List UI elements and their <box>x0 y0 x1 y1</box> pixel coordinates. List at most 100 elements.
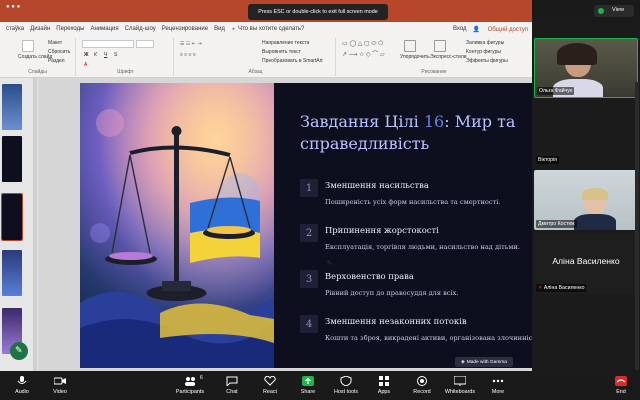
record-icon <box>417 376 427 386</box>
new-slide-icon[interactable] <box>22 40 34 52</box>
participant-hair <box>557 43 597 65</box>
thumbnails-scrollbar[interactable] <box>33 78 37 371</box>
font-color-button[interactable]: A <box>84 62 87 68</box>
layout-button[interactable]: Макет <box>48 40 62 46</box>
target-number: 4 <box>300 315 318 333</box>
participant-name: ✕ Аліна Василенко <box>536 284 587 292</box>
quick-styles-icon[interactable] <box>434 40 446 52</box>
ribbon: Создать слайд Макет Сбросить Раздел Слай… <box>0 36 532 78</box>
participant-shirt <box>574 214 616 230</box>
tab-design[interactable]: Дизайн <box>30 26 50 32</box>
more-button[interactable]: More <box>478 374 518 398</box>
shape-outline-button[interactable]: Контур фигуры <box>466 49 501 55</box>
panel-scrollbar[interactable] <box>635 82 639 370</box>
tab-transitions[interactable]: Переходы <box>56 26 84 32</box>
participants-button[interactable]: 6 Participants <box>170 374 210 398</box>
align-text-button[interactable]: Выровнять текст <box>262 49 301 55</box>
italic-button[interactable]: К <box>94 52 97 58</box>
host-tools-button[interactable]: Host tools <box>326 374 366 398</box>
ribbon-tabs: стаўка Дизайн Переходы Анимация Слайд-шо… <box>0 22 532 36</box>
target-description: Експлуатація, торгівля людьми, насильств… <box>325 243 520 251</box>
chat-button[interactable]: Chat <box>212 374 252 398</box>
react-button[interactable]: React <box>250 374 290 398</box>
slide: Завдання Цілі 16: Мир та справедливість … <box>80 83 532 368</box>
strikethrough-button[interactable]: S <box>114 52 117 58</box>
shape-effects-button[interactable]: Эффекты фигуры <box>466 58 508 64</box>
smartart-button[interactable]: Преобразовать в SmartArt <box>262 58 323 64</box>
react-label: React <box>262 389 278 395</box>
group-font: Ж К Ч S A Шрифт <box>78 38 174 76</box>
tab-animation[interactable]: Анимация <box>90 26 118 32</box>
group-font-label: Шрифт <box>117 69 134 75</box>
shield-icon <box>340 376 352 386</box>
participant-hair <box>582 188 608 200</box>
participant-name-label: Аліна Василенко <box>543 285 585 291</box>
font-family-select[interactable] <box>82 40 134 48</box>
font-size-select[interactable] <box>136 40 154 48</box>
view-button[interactable]: View <box>594 5 634 17</box>
made-with-gamma-badge[interactable]: ◈ Made with Gamma <box>455 357 513 367</box>
whiteboards-button[interactable]: Whiteboards <box>440 374 480 398</box>
video-tile[interactable]: Дмитро Костюк <box>534 170 638 230</box>
section-button[interactable]: Раздел <box>48 58 65 64</box>
share-arrow-icon <box>302 376 314 386</box>
heart-icon <box>264 376 276 386</box>
shape-fill-button[interactable]: Заливка фигуры <box>466 40 504 46</box>
sign-in-link[interactable]: Вход <box>453 26 467 32</box>
slide-thumbnail-selected[interactable] <box>1 193 23 241</box>
window-dots: ● ● ● <box>6 4 21 10</box>
group-paragraph-label: Абзац <box>248 69 263 75</box>
list-buttons-icon[interactable]: ☰ ☷ ⇤ ⇥ <box>180 41 202 47</box>
shapes-gallery[interactable]: ▭ ◯ △ ▢ ⬭ ⬠ <box>342 40 383 48</box>
reset-button[interactable]: Сбросить <box>48 49 70 55</box>
video-camera-icon <box>54 377 66 385</box>
quick-styles-button[interactable]: Экспресс-стили <box>430 54 467 60</box>
target-number: 3 <box>300 270 318 288</box>
align-buttons-icon[interactable]: ≡ ≡ ≡ ≡ <box>180 52 196 58</box>
participants-panel: Ольга Файчук Вікторія Дмитро Костюк Алін… <box>532 22 640 371</box>
tab-slideshow[interactable]: Слайд-шоу <box>125 26 156 32</box>
video-tile[interactable]: Ольга Файчук <box>534 38 638 98</box>
video-label: Video <box>53 389 67 395</box>
tab-view[interactable]: Вид <box>214 26 225 32</box>
shapes-gallery-row2[interactable]: ↗ ⟶ ☆ ◇ ⌒ ▱ <box>342 49 385 58</box>
bold-button[interactable]: Ж <box>84 52 89 58</box>
target-title: Верховенство права <box>325 271 414 281</box>
microphone-icon <box>17 376 27 384</box>
text-direction-button[interactable]: Направление текста <box>262 40 309 46</box>
target-number: 2 <box>300 224 318 242</box>
share-link[interactable]: 👤 Общий доступ <box>473 26 528 33</box>
draw-pen-button[interactable]: ✎ <box>10 342 28 360</box>
slide-thumbnail[interactable] <box>2 84 22 130</box>
underline-button[interactable]: Ч <box>104 52 107 58</box>
muted-mic-icon: ✕ <box>538 285 543 291</box>
scales-of-justice-image <box>80 83 274 368</box>
slide-thumbnail[interactable] <box>2 136 22 182</box>
end-icon <box>615 376 627 386</box>
video-tile-off[interactable]: Вікторія <box>534 106 638 166</box>
arrange-icon[interactable] <box>404 40 416 52</box>
whiteboards-label: Whiteboards <box>444 389 476 395</box>
share-button[interactable]: Share <box>288 374 328 398</box>
share-link-label: Общий доступ <box>487 26 528 33</box>
mouse-cursor: ⬉ <box>326 258 333 267</box>
participant-name: Вікторія <box>536 156 559 164</box>
chat-label: Chat <box>226 389 238 395</box>
tell-me-search[interactable]: Что вы хотите сделать? <box>238 26 304 32</box>
slide-thumbnail[interactable] <box>2 250 22 296</box>
share-label: Share <box>300 389 316 395</box>
tab-insert[interactable]: стаўка <box>6 26 24 32</box>
tell-me-lightbulb-icon: ✦ <box>230 26 236 33</box>
slide-title: Завдання Цілі 16: Мир та справедливість <box>300 111 530 155</box>
slide-thumbnails: ✎ <box>0 78 38 371</box>
audio-button[interactable]: Audio <box>2 374 42 398</box>
target-title: Зменшення незаконних потоків <box>325 316 467 326</box>
video-button[interactable]: Video <box>40 374 80 398</box>
end-button[interactable]: End <box>608 374 634 398</box>
tab-review[interactable]: Рецензирование <box>162 26 208 32</box>
target-title: Припинення жорстокості <box>325 225 439 235</box>
arrange-button[interactable]: Упорядочить <box>400 54 430 60</box>
video-tile-off[interactable]: Аліна Василенко ✕ Аліна Василенко <box>534 234 638 294</box>
apps-button[interactable]: Apps <box>364 374 404 398</box>
record-button[interactable]: Record <box>402 374 442 398</box>
